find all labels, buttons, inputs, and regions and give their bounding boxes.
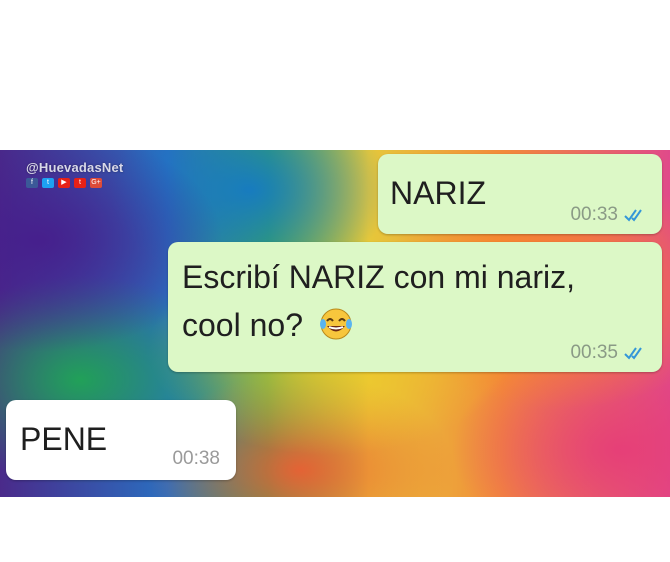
message-text-line1: Escribí NARIZ con mi nariz,: [182, 259, 575, 295]
laughing-tears-emoji-icon: [319, 308, 352, 340]
double-check-read-icon: [624, 347, 642, 360]
message-text-line2-label: cool no?: [182, 307, 303, 343]
message-bubble-outgoing[interactable]: Escribí NARIZ con mi nariz, cool no? 00:…: [168, 242, 662, 372]
facebook-icon: f: [26, 178, 38, 188]
watermark: @HuevadasNet f t ▶ t G+: [26, 160, 123, 188]
chat-background: @HuevadasNet f t ▶ t G+ NARIZ 00:33 Escr…: [0, 150, 670, 497]
double-check-read-icon: [624, 209, 642, 222]
watermark-social-icons: f t ▶ t G+: [26, 178, 123, 188]
watermark-handle: @HuevadasNet: [26, 160, 124, 175]
message-time: 00:38: [172, 448, 220, 469]
message-bubble-incoming[interactable]: PENE 00:38: [6, 400, 236, 480]
youtube-icon: ▶: [58, 178, 70, 188]
twitter-icon: t: [42, 178, 54, 188]
message-text: NARIZ: [390, 175, 486, 211]
message-meta: 00:33: [570, 204, 648, 226]
message-bubble-outgoing[interactable]: NARIZ 00:33: [378, 154, 662, 234]
message-meta: 00:35: [570, 342, 648, 364]
message-meta: 00:38: [172, 448, 220, 470]
message-time: 00:33: [570, 204, 618, 225]
message-time: 00:35: [570, 342, 618, 363]
tumblr-icon: t: [74, 178, 86, 188]
googleplus-icon: G+: [90, 178, 102, 188]
message-text-line2: cool no?: [182, 304, 354, 346]
message-text: PENE: [20, 421, 108, 457]
